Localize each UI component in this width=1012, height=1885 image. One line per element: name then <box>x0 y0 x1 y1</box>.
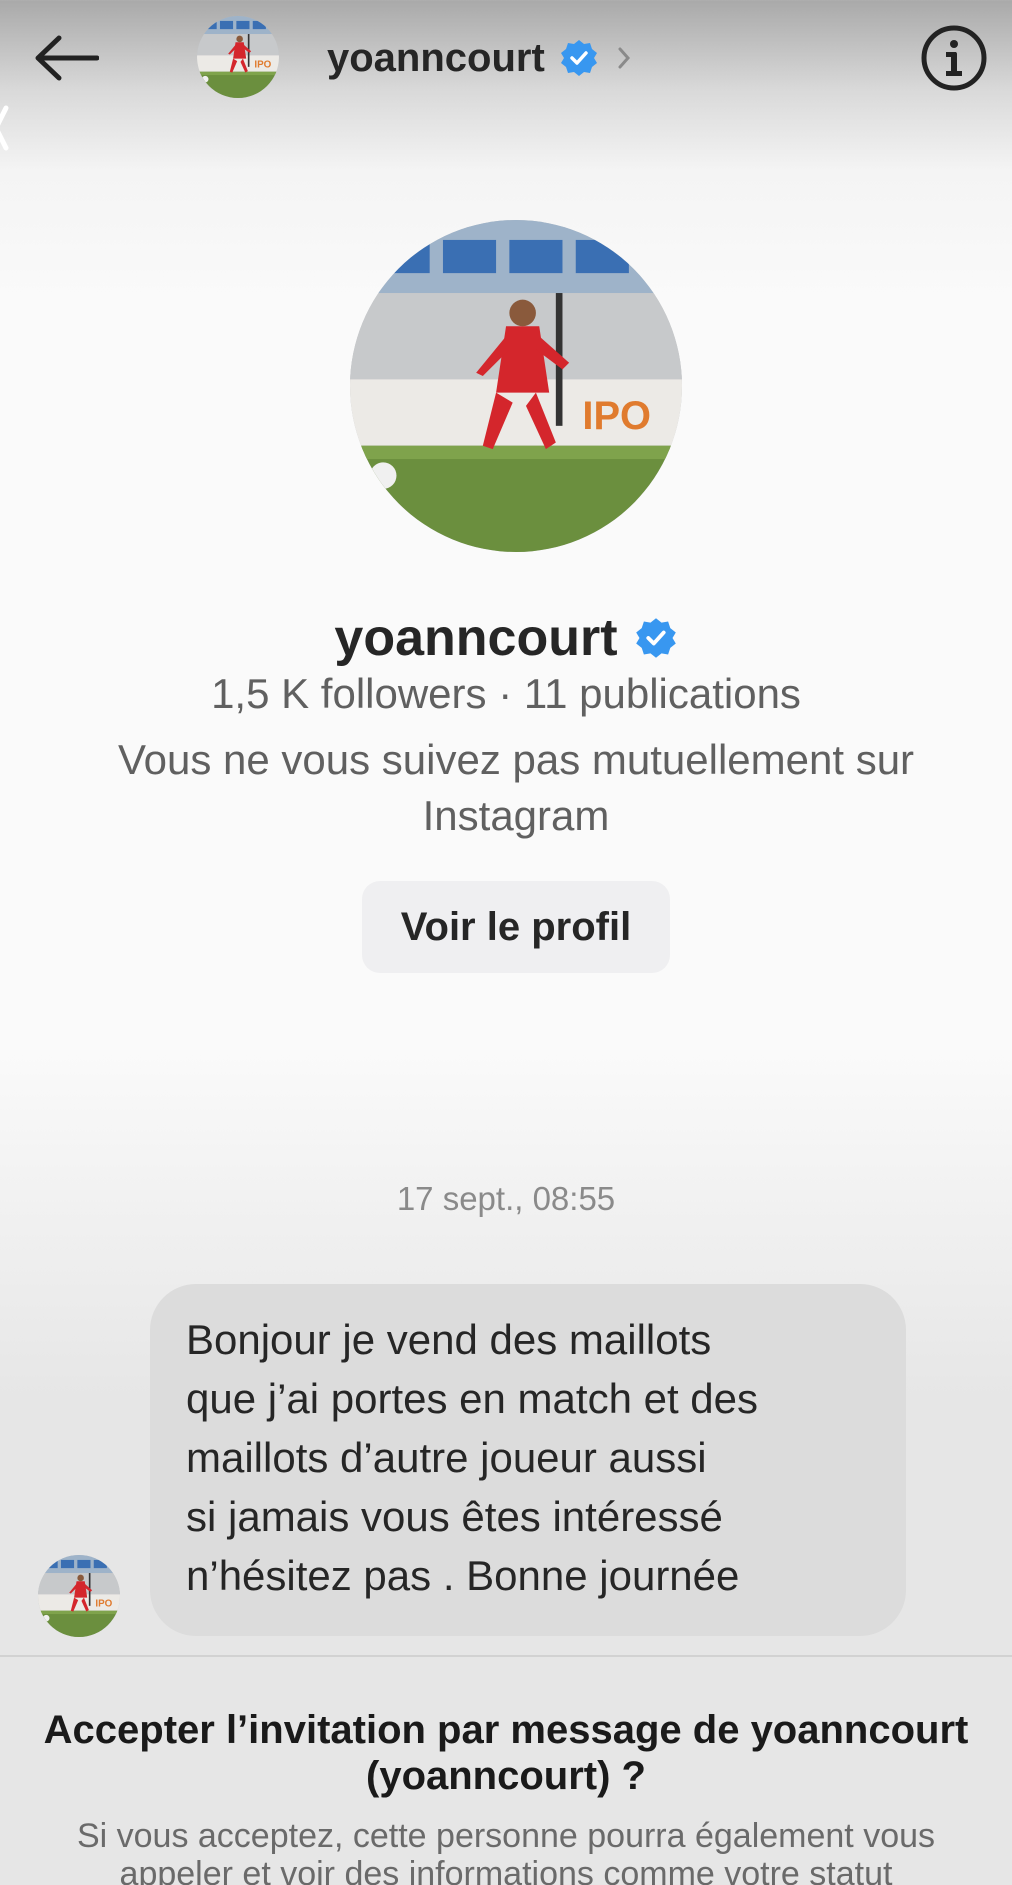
profile-picture[interactable] <box>350 220 682 552</box>
info-button[interactable] <box>920 24 988 92</box>
view-profile-button[interactable]: Voir le profil <box>362 881 670 973</box>
info-circle-icon <box>921 25 987 91</box>
message-timestamp: 17 sept., 08:55 <box>396 1180 616 1217</box>
message-bubble[interactable]: Bonjour je vend des maillots que j’ai po… <box>150 1284 906 1636</box>
message-request-panel: Accepter l’invitation par message de yoa… <box>0 1655 1012 1885</box>
profile-stats: 1,5 K followers · 11 publications <box>211 670 801 717</box>
header-username: yoanncourt <box>327 35 545 80</box>
verified-badge-icon <box>635 618 676 658</box>
invite-title-prefix: Accepter l’invitation par message de <box>43 1708 751 1752</box>
header-username-link[interactable]: yoanncourt <box>327 32 635 84</box>
chat-header: yoanncourt <box>0 0 1012 151</box>
sender-avatar[interactable] <box>38 1555 120 1637</box>
invite-title: Accepter l’invitation par message de yoa… <box>20 1707 992 1799</box>
invite-title-name: yoanncourt <box>750 1708 969 1752</box>
arrow-left-icon <box>35 35 99 81</box>
profile-username: yoanncourt <box>334 609 618 667</box>
back-button[interactable] <box>30 30 102 86</box>
profile-name-row: yoanncourt <box>0 605 1012 671</box>
mutual-follow-notice: Vous ne vous suivez pas mutuellement sur… <box>117 736 915 839</box>
verified-badge-icon <box>560 40 597 76</box>
chevron-right-icon <box>618 47 630 69</box>
edge-chevron-icon <box>0 105 9 151</box>
invite-title-suffix: (yoanncourt) ? <box>366 1754 646 1798</box>
invite-description: Si vous acceptez, cette personne pourra … <box>76 1817 936 1885</box>
header-avatar[interactable] <box>197 16 279 98</box>
